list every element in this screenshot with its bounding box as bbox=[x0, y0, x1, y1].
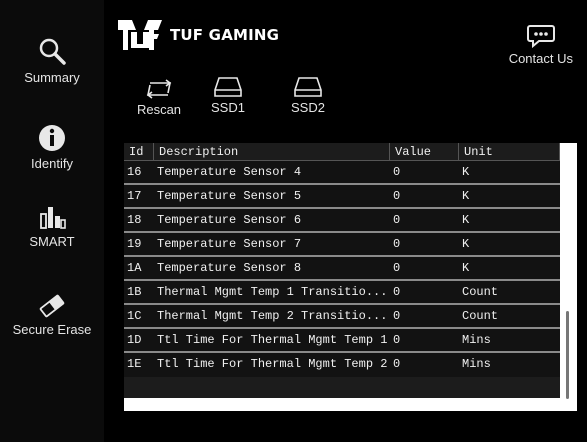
cell-description: Ttl Time For Thermal Mgmt Temp 2 bbox=[157, 357, 388, 371]
cell-unit: K bbox=[462, 165, 470, 179]
cell-description: Ttl Time For Thermal Mgmt Temp 1 bbox=[157, 333, 388, 347]
column-header-description[interactable]: Description bbox=[154, 143, 390, 161]
cell-value: 0 bbox=[393, 261, 401, 275]
cell-id: 19 bbox=[127, 237, 142, 251]
ssd2-label: SSD2 bbox=[291, 100, 325, 115]
sidebar-item-secure-erase[interactable]: Secure Erase bbox=[0, 294, 104, 337]
cell-description: Temperature Sensor 5 bbox=[157, 189, 302, 203]
sidebar-item-identify[interactable]: Identify bbox=[0, 124, 104, 171]
cell-id: 16 bbox=[127, 165, 142, 179]
table-row[interactable]: 1A Temperature Sensor 8 0 K bbox=[124, 257, 560, 281]
cell-description: Temperature Sensor 7 bbox=[157, 237, 302, 251]
refresh-icon bbox=[146, 79, 172, 99]
cell-id: 1D bbox=[127, 333, 142, 347]
table-scrollbar[interactable] bbox=[560, 143, 577, 411]
cell-value: 0 bbox=[393, 237, 401, 251]
cell-description: Thermal Mgmt Temp 1 Transitio... bbox=[157, 285, 388, 299]
cell-id: 18 bbox=[127, 213, 142, 227]
table-row[interactable]: 17 Temperature Sensor 5 0 K bbox=[124, 185, 560, 209]
cell-unit: Count bbox=[462, 309, 499, 323]
cell-unit: Count bbox=[462, 285, 499, 299]
cell-id: 1E bbox=[127, 357, 142, 371]
cell-description: Thermal Mgmt Temp 2 Transitio... bbox=[157, 309, 388, 323]
table-header: Id Description Value Unit bbox=[124, 143, 560, 161]
smart-table-body: Id Description Value Unit 16 Temperature… bbox=[124, 143, 560, 398]
cell-value: 0 bbox=[393, 333, 401, 347]
contact-us-label: Contact Us bbox=[508, 51, 573, 66]
sidebar-item-summary[interactable]: Summary bbox=[0, 36, 104, 85]
sidebar-item-label: Secure Erase bbox=[12, 322, 92, 337]
ssd2-button[interactable]: SSD2 bbox=[288, 76, 328, 115]
table-row[interactable]: 1C Thermal Mgmt Temp 2 Transitio... 0 Co… bbox=[124, 305, 560, 329]
search-icon bbox=[39, 38, 66, 65]
column-header-id[interactable]: Id bbox=[124, 143, 154, 161]
ssd1-button[interactable]: SSD1 bbox=[208, 76, 248, 115]
sidebar-item-label: Summary bbox=[24, 70, 80, 85]
info-icon bbox=[39, 125, 65, 151]
chat-icon bbox=[526, 25, 555, 48]
cell-unit: K bbox=[462, 261, 470, 275]
smart-table: Id Description Value Unit 16 Temperature… bbox=[124, 143, 577, 411]
table-row[interactable]: 1E Ttl Time For Thermal Mgmt Temp 2 0 Mi… bbox=[124, 353, 560, 377]
cell-value: 0 bbox=[393, 309, 401, 323]
contact-us-button[interactable]: Contact Us bbox=[509, 24, 573, 66]
column-header-unit[interactable]: Unit bbox=[459, 143, 560, 161]
cell-unit: K bbox=[462, 213, 470, 227]
cell-unit: Mins bbox=[462, 357, 491, 371]
tuf-logo-icon bbox=[118, 20, 162, 50]
column-header-value[interactable]: Value bbox=[390, 143, 459, 161]
brand: TUF GAMING bbox=[118, 20, 279, 50]
cell-description: Temperature Sensor 4 bbox=[157, 165, 302, 179]
table-row[interactable]: 16 Temperature Sensor 4 0 K bbox=[124, 161, 560, 185]
sidebar: Summary Identify SMART Secure Erase bbox=[0, 0, 104, 442]
cell-unit: K bbox=[462, 189, 470, 203]
eraser-icon bbox=[39, 294, 65, 318]
rescan-label: Rescan bbox=[136, 102, 182, 117]
cell-id: 1A bbox=[127, 261, 142, 275]
sidebar-item-label: SMART bbox=[29, 234, 75, 249]
cell-value: 0 bbox=[393, 285, 401, 299]
cell-value: 0 bbox=[393, 189, 401, 203]
cell-value: 0 bbox=[393, 357, 401, 371]
cell-value: 0 bbox=[393, 213, 401, 227]
cell-unit: K bbox=[462, 237, 470, 251]
ssd1-label: SSD1 bbox=[211, 100, 245, 115]
cell-id: 1C bbox=[127, 309, 142, 323]
cell-id: 17 bbox=[127, 189, 142, 203]
table-row[interactable]: 18 Temperature Sensor 6 0 K bbox=[124, 209, 560, 233]
sidebar-item-smart[interactable]: SMART bbox=[0, 204, 104, 249]
table-row[interactable]: 19 Temperature Sensor 7 0 K bbox=[124, 233, 560, 257]
rescan-button[interactable]: Rescan bbox=[134, 78, 184, 117]
table-row[interactable]: 1B Thermal Mgmt Temp 1 Transitio... 0 Co… bbox=[124, 281, 560, 305]
table-row[interactable]: 1D Ttl Time For Thermal Mgmt Temp 1 0 Mi… bbox=[124, 329, 560, 353]
main-panel: TUF GAMING Contact Us Rescan SSD1 SSD2 I… bbox=[104, 0, 587, 442]
bar-chart-icon bbox=[40, 207, 66, 229]
cell-id: 1B bbox=[127, 285, 142, 299]
cell-value: 0 bbox=[393, 165, 401, 179]
brand-name: TUF GAMING bbox=[170, 26, 280, 44]
cell-description: Temperature Sensor 6 bbox=[157, 213, 302, 227]
drive-icon bbox=[214, 77, 242, 97]
cell-description: Temperature Sensor 8 bbox=[157, 261, 302, 275]
sidebar-item-label: Identify bbox=[31, 156, 73, 171]
cell-unit: Mins bbox=[462, 333, 491, 347]
drive-icon bbox=[294, 77, 322, 97]
scrollbar-thumb[interactable] bbox=[566, 311, 569, 399]
